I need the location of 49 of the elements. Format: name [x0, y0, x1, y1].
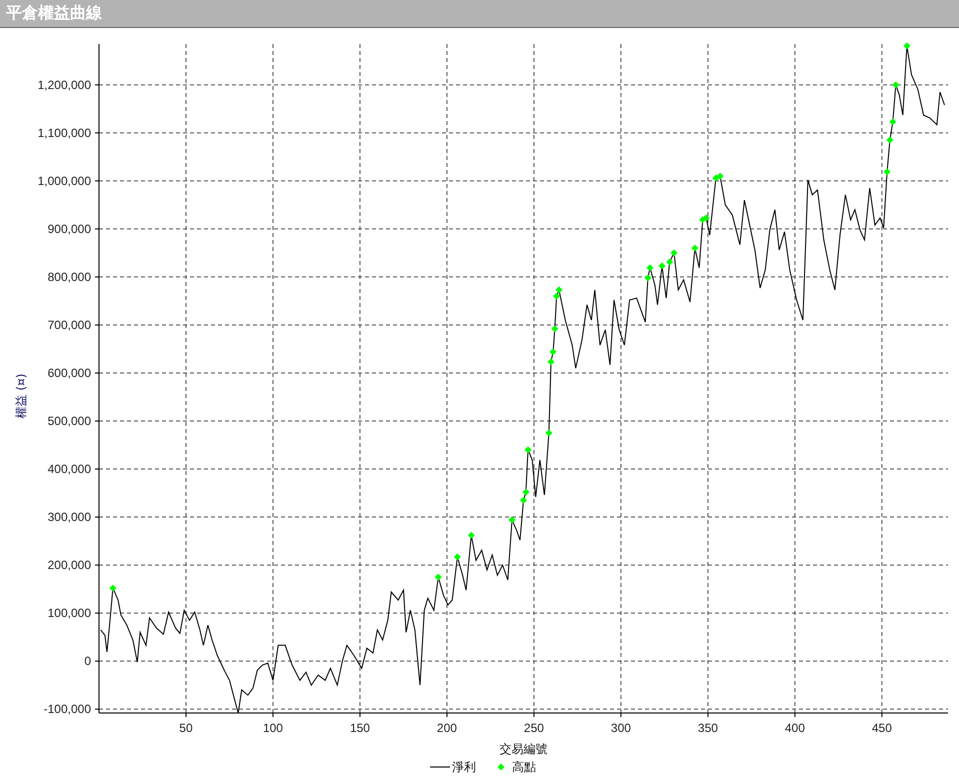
high-point-marker — [691, 244, 698, 252]
x-tick-label: 450 — [872, 721, 892, 735]
y-tick-label: 1,000,000 — [38, 174, 91, 188]
x-axis-title: 交易編號 — [500, 742, 548, 756]
high-point-marker — [884, 168, 891, 176]
y-tick-label: 900,000 — [48, 222, 91, 236]
high-point-marker — [545, 430, 552, 436]
high-point-marker — [646, 264, 654, 272]
x-tick-label: 400 — [784, 721, 805, 735]
high-point-marker — [109, 584, 116, 592]
y-tick-label: 1,100,000 — [38, 126, 91, 140]
y-tick-label: 200,000 — [48, 558, 91, 572]
y-tick-label: 500,000 — [48, 414, 91, 428]
x-tick-label: 250 — [524, 721, 544, 735]
legend-marker-icon — [498, 764, 504, 770]
y-tick-label: 300,000 — [48, 510, 91, 524]
y-tick-label: 100,000 — [48, 606, 91, 620]
high-point-marker — [892, 81, 900, 88]
high-point-marker — [886, 136, 894, 144]
y-tick-label: 1,200,000 — [38, 78, 91, 92]
high-point-marker — [434, 574, 442, 581]
x-tick-label: 100 — [262, 721, 283, 735]
high-point-marker — [524, 446, 532, 454]
legend-label: 高點 — [512, 760, 536, 774]
window-title: 平倉權益曲線 — [6, 3, 102, 24]
high-point-marker — [550, 348, 557, 356]
legend-line-icon — [430, 766, 450, 768]
y-tick-label: 700,000 — [48, 318, 91, 332]
x-tick-label: 200 — [436, 721, 457, 735]
high-point-marker — [468, 532, 475, 539]
high-point-marker — [551, 325, 558, 332]
high-point-marker — [889, 118, 896, 126]
x-tick-label: 50 — [179, 721, 193, 735]
high-point-marker — [548, 358, 554, 366]
y-tick-label: 600,000 — [48, 366, 91, 380]
legend-label: 淨利 — [452, 760, 476, 774]
high-point-marker — [670, 249, 678, 256]
y-axis-title: 權益 (¤) — [14, 374, 28, 418]
high-point-marker — [903, 42, 910, 50]
y-tick-label: 400,000 — [48, 462, 91, 476]
x-tick-label: 350 — [698, 721, 718, 735]
x-tick-label: 300 — [610, 721, 631, 735]
high-point-marker — [454, 553, 461, 560]
x-tick-label: 150 — [350, 721, 370, 735]
y-tick-label: 0 — [84, 654, 91, 668]
y-tick-label: -100,000 — [44, 702, 91, 716]
y-tick-label: 800,000 — [48, 270, 91, 284]
high-point-marker — [508, 516, 516, 524]
high-point-marker — [644, 274, 652, 282]
